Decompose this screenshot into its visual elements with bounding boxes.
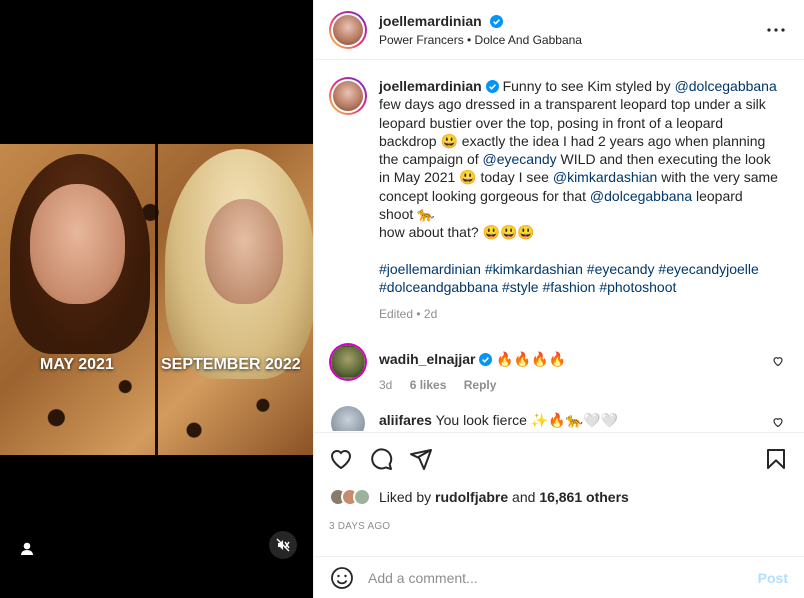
hashtag[interactable]: #dolceandgabbana xyxy=(379,279,498,295)
comment-bubble-icon[interactable] xyxy=(369,447,393,471)
reply-button[interactable]: Reply xyxy=(464,378,497,392)
post-image[interactable]: MAY 2021 SEPTEMBER 2022 xyxy=(0,144,313,455)
hashtag[interactable]: #fashion xyxy=(542,279,595,295)
label-september-2022: SEPTEMBER 2022 xyxy=(161,356,301,373)
verified-badge-icon xyxy=(485,80,499,93)
caption-avatar[interactable] xyxy=(329,77,367,115)
post-comment-button[interactable]: Post xyxy=(758,570,788,586)
more-horizontal-icon xyxy=(767,27,785,32)
comment-like-heart-icon[interactable] xyxy=(772,355,784,367)
emoji-smiley-icon[interactable] xyxy=(330,566,354,590)
share-send-icon[interactable] xyxy=(409,447,433,471)
audio-muted-button[interactable] xyxy=(269,531,297,559)
woman-right-face xyxy=(205,199,283,304)
comments-section[interactable]: joellemardinian Funny to see Kim styled … xyxy=(314,61,804,431)
comment-text: 🔥🔥🔥🔥 xyxy=(496,350,567,367)
liker-username[interactable]: rudolfjabre xyxy=(435,489,508,505)
comment-item: wadih_elnajjar 🔥🔥🔥🔥 3d 6 likes Reply xyxy=(329,343,788,392)
mention-eyecandy[interactable]: @eyecandy xyxy=(483,151,557,167)
commenter-avatar[interactable] xyxy=(331,405,365,431)
save-bookmark-icon[interactable] xyxy=(764,447,788,471)
hashtag[interactable]: #style xyxy=(502,279,539,295)
likes-summary[interactable]: Liked by rudolfjabre and 16,861 others xyxy=(329,488,629,506)
mention-dolcegabbana[interactable]: @dolcegabbana xyxy=(675,78,777,94)
comment-time[interactable]: 3d xyxy=(379,378,392,392)
post-timestamp[interactable]: 3 DAYS AGO xyxy=(329,521,390,532)
post-audio-location[interactable]: Power Francers • Dolce And Gabbana xyxy=(379,33,764,47)
verified-badge-icon xyxy=(489,14,503,28)
comment-likes[interactable]: 6 likes xyxy=(410,378,447,392)
author-avatar[interactable] xyxy=(329,10,367,49)
comment-like-heart-icon[interactable] xyxy=(772,416,784,428)
verified-badge-icon xyxy=(479,352,493,366)
commenter-username[interactable]: aliifares xyxy=(379,412,432,428)
caption-username[interactable]: joellemardinian xyxy=(379,78,482,94)
post-header: joellemardinian Power Francers • Dolce A… xyxy=(314,0,804,60)
hashtag[interactable]: #eyecandy xyxy=(587,261,655,277)
hashtag[interactable]: #photoshoot xyxy=(599,279,676,295)
comment-text: You look fierce ✨🔥🐆🤍🤍 xyxy=(435,411,618,428)
tagged-user-icon[interactable] xyxy=(18,540,36,558)
hashtag[interactable]: #eyecandyjoelle xyxy=(658,261,758,277)
mention-dolcegabbana[interactable]: @dolcegabbana xyxy=(590,188,692,204)
likes-count[interactable]: 16,861 others xyxy=(539,489,629,505)
post-media[interactable]: MAY 2021 SEPTEMBER 2022 xyxy=(0,0,313,598)
hashtag[interactable]: #kimkardashian xyxy=(485,261,583,277)
image-divider xyxy=(155,144,158,455)
speaker-muted-icon xyxy=(276,538,290,552)
comment-input[interactable] xyxy=(368,569,758,586)
commenter-avatar[interactable] xyxy=(331,344,365,379)
more-options-button[interactable] xyxy=(764,18,788,42)
author-username[interactable]: joellemardinian xyxy=(379,13,482,29)
caption: joellemardinian Funny to see Kim styled … xyxy=(329,77,788,323)
label-may-2021: MAY 2021 xyxy=(40,356,114,373)
caption-edited-time: Edited • 2d xyxy=(379,306,438,321)
commenter-username[interactable]: wadih_elnajjar xyxy=(379,351,475,367)
woman-left-face xyxy=(30,184,125,304)
hashtag[interactable]: #joellemardinian xyxy=(379,261,481,277)
like-heart-icon[interactable] xyxy=(329,447,353,471)
mention-kimkardashian[interactable]: @kimkardashian xyxy=(553,169,657,185)
comment-item: aliifares You look fierce ✨🔥🐆🤍🤍 xyxy=(329,404,788,431)
liker-avatars xyxy=(329,488,371,506)
caption-text: joellemardinian Funny to see Kim styled … xyxy=(379,77,779,323)
post-detail-panel: joellemardinian Power Francers • Dolce A… xyxy=(313,0,804,598)
add-comment-bar: Post xyxy=(314,556,804,598)
post-actions-bar xyxy=(314,432,804,471)
